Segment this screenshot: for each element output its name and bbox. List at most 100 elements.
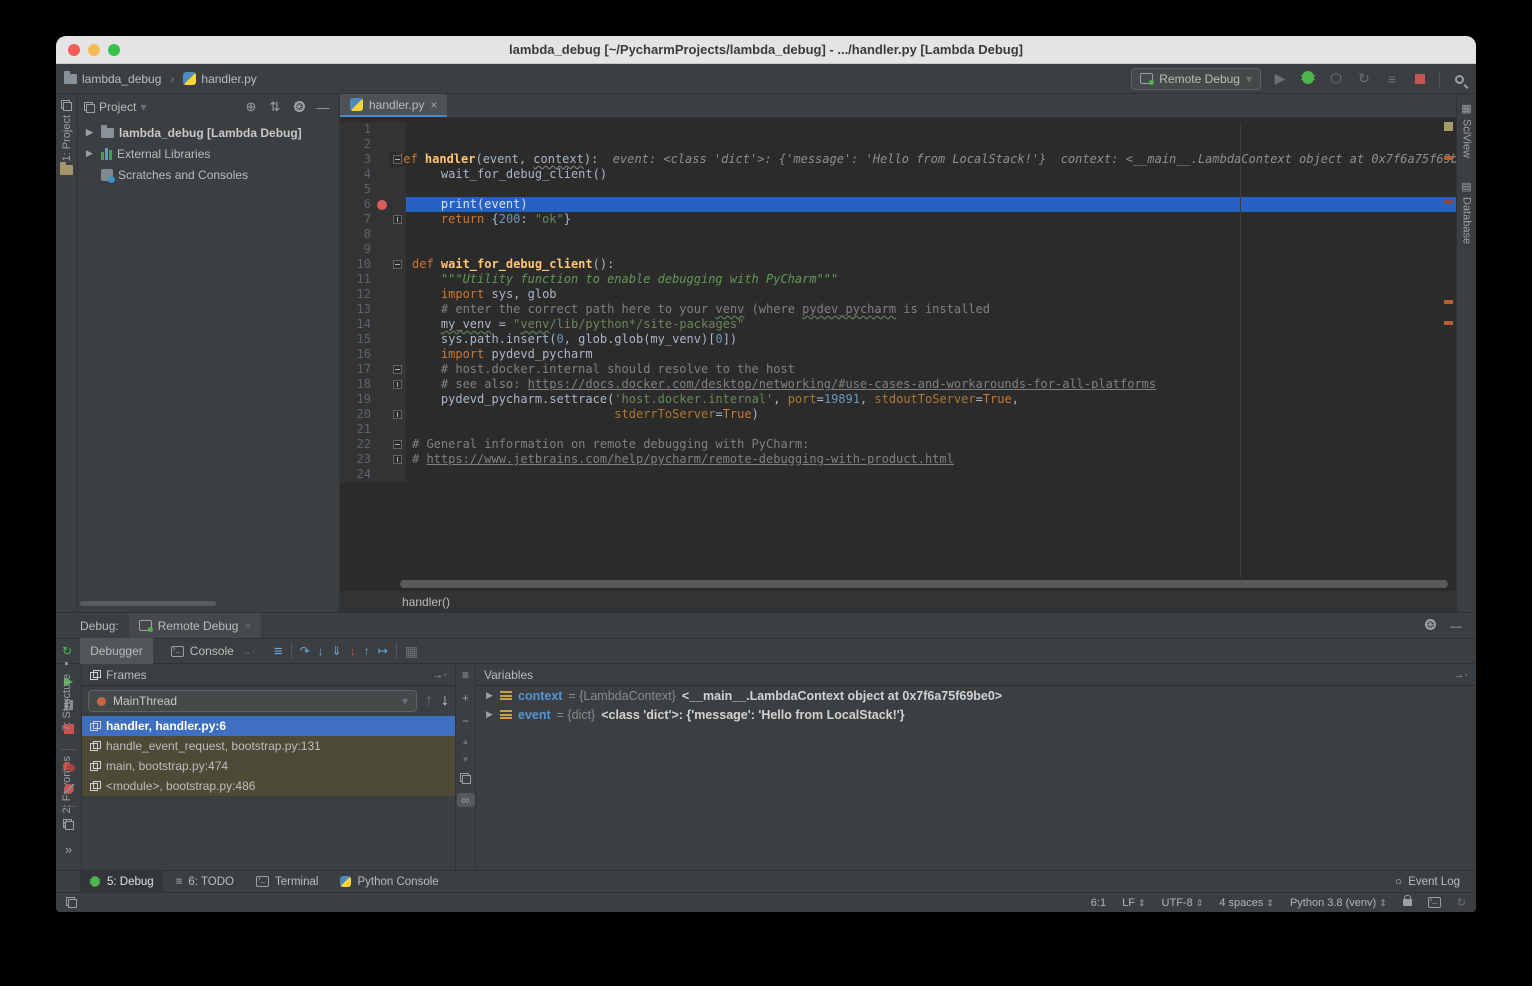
fold-marker-icon[interactable] <box>393 155 402 164</box>
gutter-cell[interactable] <box>376 332 390 347</box>
gutter-cell[interactable] <box>376 362 390 377</box>
tab-debugger[interactable]: Debugger <box>80 638 153 664</box>
previous-frame-button[interactable]: ↑ <box>425 692 433 710</box>
fold-gutter[interactable] <box>390 212 406 227</box>
expand-arrow-icon[interactable]: ▶ <box>86 148 96 159</box>
code-line[interactable]: 1 <box>340 122 1456 137</box>
line-number[interactable]: 13 <box>340 302 376 317</box>
close-tab-icon[interactable]: × <box>244 619 251 633</box>
rerun-button[interactable]: ↻ <box>62 644 72 658</box>
code-line[interactable]: 20 stderrToServer=True) <box>340 407 1456 422</box>
line-number[interactable]: 3 <box>340 152 376 167</box>
fold-marker-icon[interactable] <box>393 455 402 464</box>
variable-row[interactable]: ▶event= {dict}<class 'dict'>: {'message'… <box>476 705 1476 724</box>
line-number[interactable]: 6 <box>340 197 376 212</box>
line-number[interactable]: 11 <box>340 272 376 287</box>
view-breakpoints-button[interactable] <box>63 762 75 772</box>
gutter-cell[interactable] <box>376 242 390 257</box>
fold-gutter[interactable] <box>390 272 406 287</box>
show-watches-button[interactable]: ∞ <box>457 793 475 807</box>
fold-gutter[interactable] <box>390 392 406 407</box>
step-out-button[interactable]: ↑ <box>364 644 370 658</box>
project-tree-item[interactable]: ▶lambda_debug [Lambda Debug] <box>78 122 339 143</box>
fold-marker-icon[interactable] <box>393 440 402 449</box>
fold-marker-icon[interactable] <box>393 410 402 419</box>
chevron-down-icon[interactable]: ▾ <box>140 100 146 114</box>
project-panel-title[interactable]: Project <box>99 100 136 114</box>
more-actions-button[interactable]: » <box>65 842 72 857</box>
concurrency-button[interactable]: ≡ <box>1383 71 1401 87</box>
fold-gutter[interactable] <box>390 362 406 377</box>
line-number[interactable]: 9 <box>340 242 376 257</box>
code-line[interactable]: 12 import sys, glob <box>340 287 1456 302</box>
gutter-cell[interactable] <box>376 167 390 182</box>
gutter-cell[interactable] <box>376 272 390 287</box>
line-number[interactable]: 7 <box>340 212 376 227</box>
hide-panel-button[interactable]: — <box>313 100 333 115</box>
caret-position[interactable]: 6:1 <box>1091 897 1106 909</box>
code-line[interactable]: 16 import pydevd_pycharm <box>340 347 1456 362</box>
pin-icon[interactable]: →· <box>1453 669 1468 681</box>
debug-session-tab[interactable]: Remote Debug × <box>129 613 262 638</box>
toolwindow-button--debug[interactable]: 5: Debug <box>80 871 163 893</box>
project-tree-item[interactable]: ▶External Libraries <box>78 143 339 164</box>
line-number[interactable]: 19 <box>340 392 376 407</box>
breakpoint-icon[interactable] <box>377 200 387 210</box>
gutter-cell[interactable] <box>376 152 390 167</box>
code-line[interactable]: 22# General information on remote debugg… <box>340 437 1456 452</box>
duplicate-watch-button[interactable] <box>460 773 471 784</box>
fold-marker-icon[interactable] <box>393 380 402 389</box>
scrollbar-thumb[interactable] <box>400 580 1448 588</box>
debug-settings-button[interactable] <box>1425 619 1436 633</box>
fold-gutter[interactable] <box>390 137 406 152</box>
error-stripe-mark[interactable] <box>1444 321 1453 325</box>
fold-gutter[interactable] <box>390 242 406 257</box>
line-number[interactable]: 21 <box>340 422 376 437</box>
sidebar-item-database[interactable]: ▤ Database <box>1457 180 1476 244</box>
fold-marker-icon[interactable] <box>393 365 402 374</box>
project-tree-item[interactable]: Scratches and Consoles <box>78 164 339 185</box>
code-editor[interactable]: 12 3def handler(event, context): event: <… <box>340 118 1456 578</box>
fold-gutter[interactable] <box>390 437 406 452</box>
fold-gutter[interactable] <box>390 302 406 317</box>
line-number[interactable]: 23 <box>340 452 376 467</box>
stop-button[interactable] <box>1411 71 1429 87</box>
fold-gutter[interactable] <box>390 287 406 302</box>
gutter-cell[interactable] <box>376 302 390 317</box>
gutter-cell[interactable] <box>376 392 390 407</box>
layout-menu-icon[interactable]: ≡ <box>462 668 469 682</box>
run-to-cursor-button[interactable]: ↦ <box>378 644 388 658</box>
toolwindow-button-terminal[interactable]: Terminal <box>247 871 327 893</box>
collapse-all-button[interactable]: ⇅ <box>265 99 285 115</box>
run-button[interactable]: ▶ <box>1271 70 1289 87</box>
evaluate-expression-button[interactable]: ▦ <box>405 643 418 660</box>
code-line[interactable]: 21 <box>340 422 1456 437</box>
tab-console[interactable]: Console →· <box>161 638 266 664</box>
lock-icon[interactable] <box>1403 899 1412 906</box>
debug-button[interactable] <box>1299 71 1317 87</box>
fold-gutter[interactable] <box>390 347 406 362</box>
profiler-button[interactable]: ↻ <box>1355 70 1373 87</box>
editor-hscrollbar[interactable] <box>340 578 1456 590</box>
fold-gutter[interactable] <box>390 197 406 212</box>
locate-file-button[interactable]: ⊕ <box>241 99 261 115</box>
code-line[interactable]: 3def handler(event, context): event: <cl… <box>340 152 1456 167</box>
fold-gutter[interactable] <box>390 452 406 467</box>
line-number[interactable]: 10 <box>340 257 376 272</box>
line-number[interactable]: 12 <box>340 287 376 302</box>
code-line[interactable]: 19 pydevd_pycharm.settrace('host.docker.… <box>340 392 1456 407</box>
mute-breakpoints-button[interactable] <box>64 784 74 794</box>
fold-gutter[interactable] <box>390 122 406 137</box>
gutter-cell[interactable] <box>376 317 390 332</box>
gutter-cell[interactable] <box>376 452 390 467</box>
fold-marker-icon[interactable] <box>393 260 402 269</box>
search-everywhere-button[interactable] <box>1450 71 1468 87</box>
gutter-cell[interactable] <box>376 422 390 437</box>
gutter-cell[interactable] <box>376 407 390 422</box>
line-number[interactable]: 14 <box>340 317 376 332</box>
error-stripe-mark[interactable] <box>1444 156 1453 160</box>
toolwindow-button-python-console[interactable]: Python Console <box>331 871 447 893</box>
fold-gutter[interactable] <box>390 257 406 272</box>
variable-row[interactable]: ▶context= {LambdaContext}<__main__.Lambd… <box>476 686 1476 705</box>
code-line[interactable]: 5 <box>340 182 1456 197</box>
